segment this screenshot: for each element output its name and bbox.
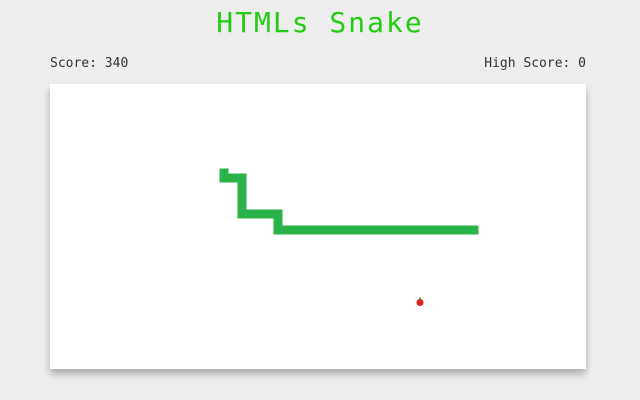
high-score-display: High Score: 0: [484, 56, 586, 71]
score-display: Score: 340: [50, 56, 129, 71]
snake-body: [219, 168, 479, 235]
game-title: HTMLs Snake: [216, 6, 424, 39]
game-board[interactable]: [50, 84, 586, 369]
game-canvas: [219, 168, 479, 306]
apple-icon: [416, 297, 424, 306]
